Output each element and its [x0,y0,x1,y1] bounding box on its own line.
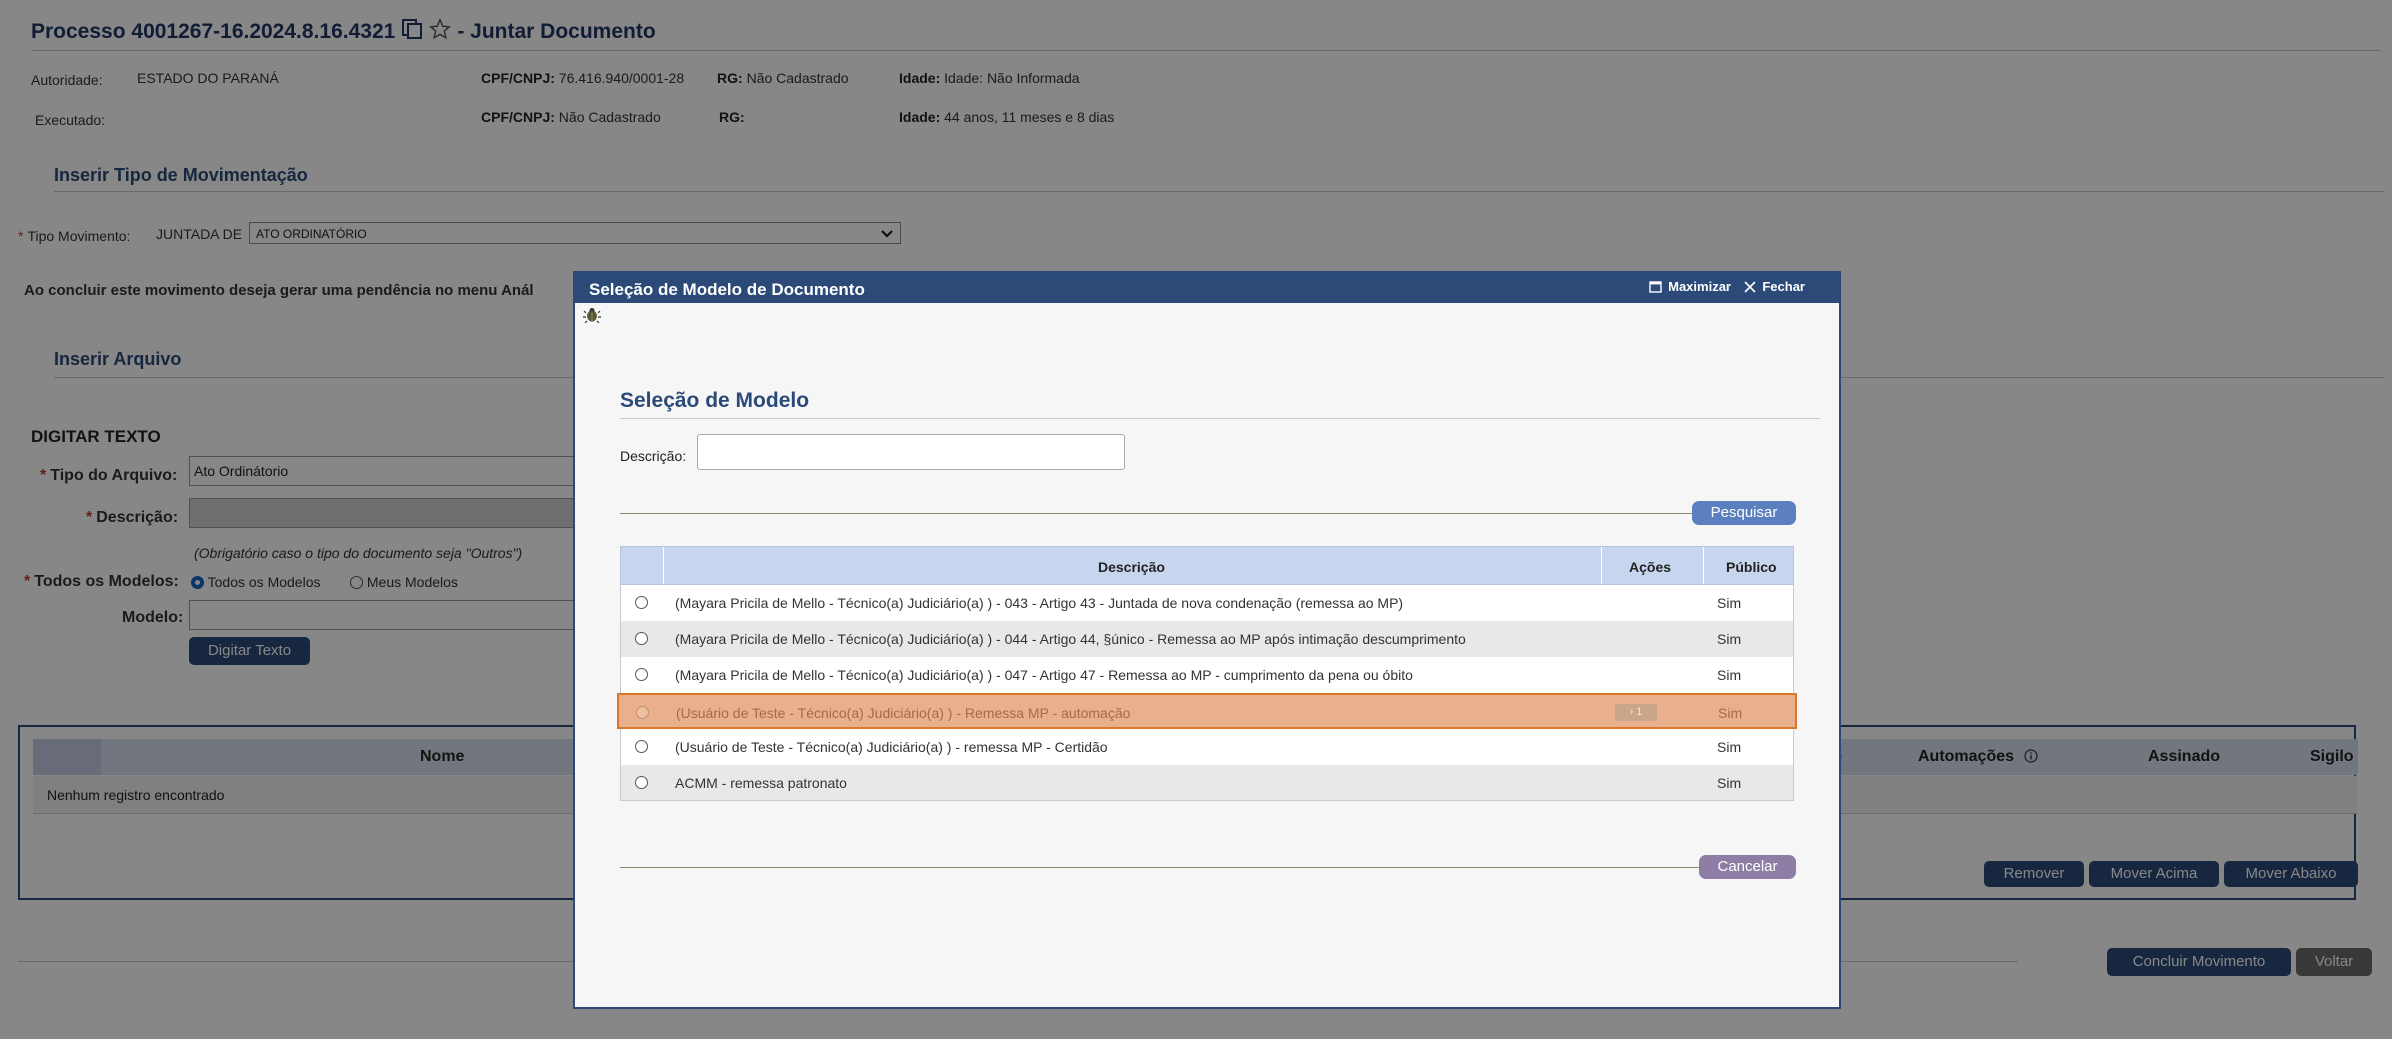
modelos-table: Descrição Ações Público (Mayara Pricila … [617,546,1797,801]
col-separator [663,547,664,584]
modelo-selection-dialog: Seleção de Modelo de Documento Maximizar… [573,271,1841,1009]
table-row[interactable]: (Mayara Pricila de Mello - Técnico(a) Ju… [620,585,1794,621]
cancelar-button[interactable]: Cancelar [1699,855,1796,879]
table-row[interactable]: (Mayara Pricila de Mello - Técnico(a) Ju… [620,621,1794,657]
maximize-icon [1649,280,1662,293]
table-row[interactable]: (Usuário de Teste - Técnico(a) Judiciári… [620,729,1794,765]
search-descricao-input[interactable] [697,434,1125,470]
col-descricao: Descrição [1098,559,1165,575]
pesquisar-button[interactable]: Pesquisar [1692,501,1796,525]
col-separator [1703,547,1704,584]
bug-icon [583,307,601,328]
row-descricao: (Usuário de Teste - Técnico(a) Judiciári… [676,705,1131,721]
dialog-title: Seleção de Modelo de Documento [589,280,865,299]
row-publico: Sim [1717,667,1742,683]
modelos-table-header: Descrição Ações Público [620,546,1794,585]
row-publico: Sim [1718,705,1743,721]
row-radio[interactable] [635,632,648,645]
row-publico: Sim [1717,739,1742,755]
row-descricao: (Mayara Pricila de Mello - Técnico(a) Ju… [675,667,1413,683]
row-publico: Sim [1717,631,1742,647]
row-radio[interactable] [635,596,648,609]
col-acoes: Ações [1629,559,1672,575]
col-separator [1601,547,1602,584]
search-divider [620,513,1750,514]
search-descricao-label: Descrição: [620,448,687,464]
table-row[interactable]: (Mayara Pricila de Mello - Técnico(a) Ju… [620,657,1794,693]
row-publico: Sim [1717,775,1742,791]
close-icon [1744,280,1756,293]
footer-divider [620,867,1750,868]
row-action-button[interactable]: › 1 [1615,704,1657,721]
row-descricao: (Usuário de Teste - Técnico(a) Judiciári… [675,739,1108,755]
row-radio[interactable] [635,740,648,753]
chevron-right-icon: › 1 [1629,706,1643,718]
row-radio[interactable] [635,668,648,681]
row-descricao: (Mayara Pricila de Mello - Técnico(a) Ju… [675,595,1404,611]
table-row-selected[interactable]: (Usuário de Teste - Técnico(a) Judiciári… [617,693,1797,729]
row-descricao: ACMM - remessa patronato [675,775,847,791]
close-button[interactable]: Fechar [1744,279,1805,294]
row-descricao: (Mayara Pricila de Mello - Técnico(a) Ju… [675,631,1466,647]
row-radio[interactable] [636,706,649,719]
table-row[interactable]: ACMM - remessa patronato Sim [620,765,1794,801]
maximize-button[interactable]: Maximizar [1649,279,1731,294]
row-radio[interactable] [635,776,648,789]
col-publico: Público [1726,559,1777,575]
dialog-heading: Seleção de Modelo [620,389,810,412]
dialog-titlebar: Seleção de Modelo de Documento Maximizar… [575,273,1839,303]
heading-divider [620,418,1820,419]
row-publico: Sim [1717,595,1742,611]
